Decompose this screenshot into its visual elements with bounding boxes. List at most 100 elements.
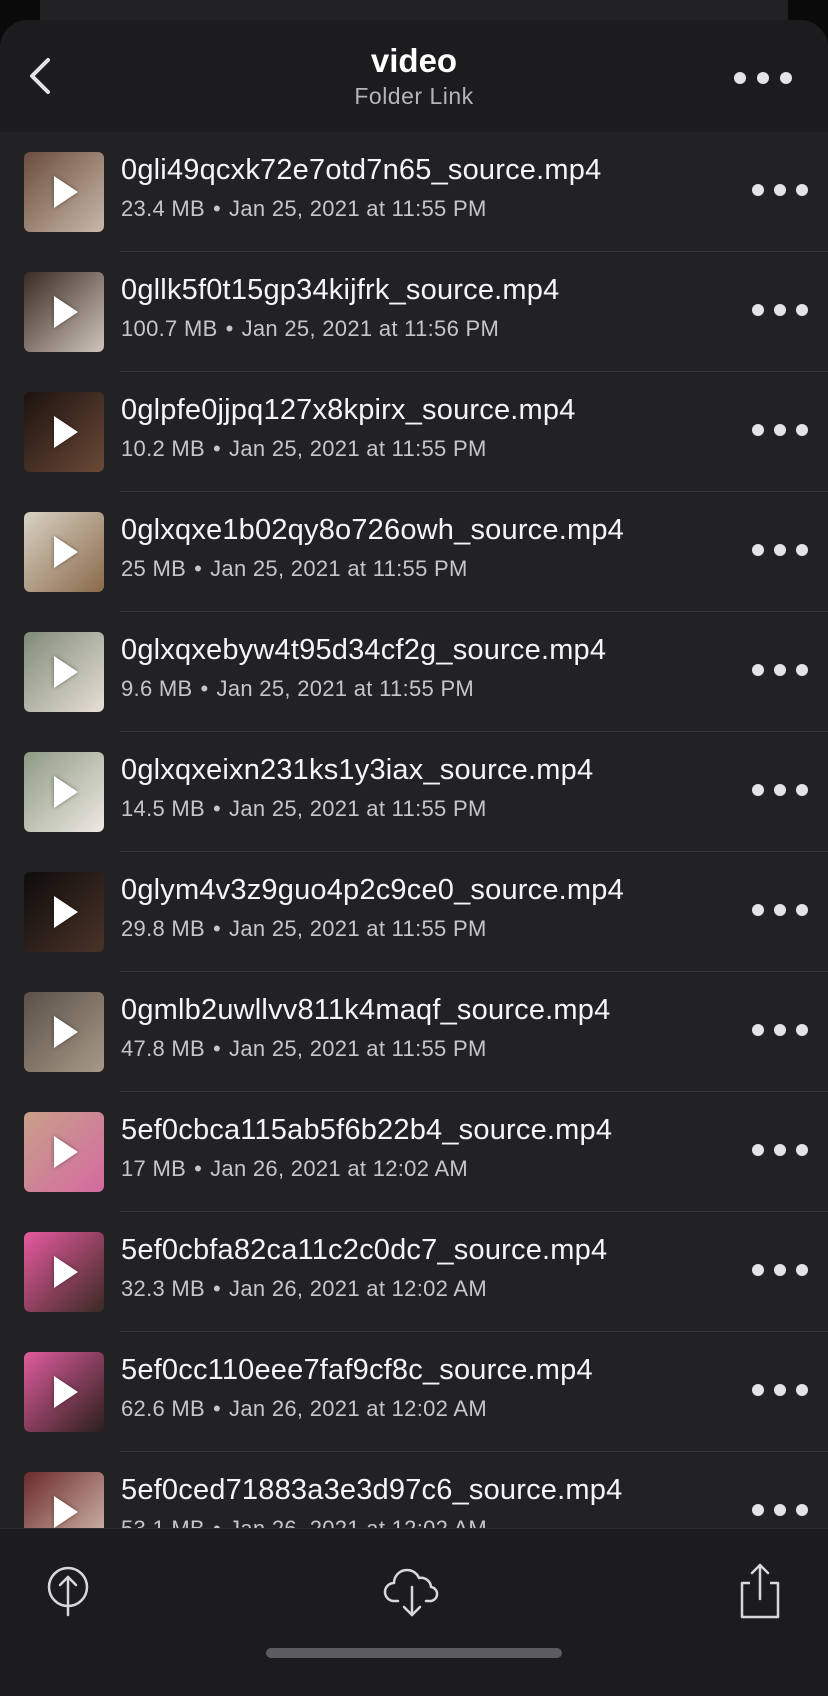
video-thumbnail[interactable]	[24, 992, 104, 1072]
more-horizontal-icon	[752, 1384, 764, 1396]
file-name: 0gllk5f0t15gp34kijfrk_source.mp4	[121, 274, 560, 306]
file-more-button[interactable]	[752, 1260, 808, 1280]
more-dot	[774, 664, 786, 676]
video-thumbnail[interactable]	[24, 1112, 104, 1192]
play-icon	[54, 1136, 78, 1168]
meta-separator: •	[213, 1036, 222, 1061]
file-row[interactable]: 0glym4v3z9guo4p2c9ce0_source.mp4 29.8 MB •…	[0, 852, 828, 972]
file-meta: 10.2 MB • Jan 25, 2021 at 11:55 PM	[121, 436, 487, 462]
video-thumbnail[interactable]	[24, 392, 104, 472]
video-thumbnail[interactable]	[24, 152, 104, 232]
file-size: 17 MB	[121, 1156, 187, 1181]
file-more-button[interactable]	[752, 180, 808, 200]
file-meta: 32.3 MB • Jan 26, 2021 at 12:02 AM	[121, 1276, 487, 1302]
file-date: Jan 26, 2021 at 12:02 AM	[210, 1156, 469, 1181]
file-more-button[interactable]	[752, 1380, 808, 1400]
more-dot	[774, 304, 786, 316]
file-row[interactable]: 5ef0cbfa82ca11c2c0dc7_source.mp4 32.3 MB •…	[0, 1212, 828, 1332]
bottom-toolbar	[0, 1528, 828, 1696]
file-list: 0gli49qcxk72e7otd7n65_source.mp4 23.4 MB •…	[0, 132, 828, 1548]
file-more-button[interactable]	[752, 660, 808, 680]
more-horizontal-icon	[752, 904, 764, 916]
file-row[interactable]: 0gmlb2uwllvv811k4maqf_source.mp4 47.8 MB •…	[0, 972, 828, 1092]
meta-separator: •	[225, 316, 234, 341]
file-meta: 47.8 MB • Jan 25, 2021 at 11:55 PM	[121, 1036, 487, 1062]
file-date: Jan 25, 2021 at 11:55 PM	[210, 556, 468, 581]
file-meta: 100.7 MB • Jan 25, 2021 at 11:56 PM	[121, 316, 499, 342]
more-horizontal-icon	[752, 304, 764, 316]
file-row[interactable]: 0glxqxebyw4t95d34cf2g_source.mp4 9.6 MB • J…	[0, 612, 828, 732]
file-date: Jan 25, 2021 at 11:55 PM	[229, 436, 487, 461]
file-name: 5ef0cbfa82ca11c2c0dc7_source.mp4	[121, 1234, 608, 1266]
video-thumbnail[interactable]	[24, 512, 104, 592]
video-thumbnail[interactable]	[24, 1352, 104, 1432]
file-row[interactable]: 5ef0cc110eee7faf9cf8c_source.mp4 62.6 MB •…	[0, 1332, 828, 1452]
more-dot	[796, 784, 808, 796]
file-date: Jan 25, 2021 at 11:55 PM	[229, 796, 487, 821]
file-name: 0glxqxe1b02qy8o726owh_source.mp4	[121, 514, 624, 546]
more-horizontal-icon	[752, 184, 764, 196]
file-size: 10.2 MB	[121, 436, 206, 461]
play-icon	[54, 776, 78, 808]
file-more-button[interactable]	[752, 900, 808, 920]
file-date: Jan 25, 2021 at 11:56 PM	[241, 316, 500, 341]
more-options-button[interactable]	[734, 68, 792, 88]
more-dot	[774, 184, 786, 196]
more-horizontal-icon	[752, 1264, 764, 1276]
file-size: 47.8 MB	[121, 1036, 206, 1061]
video-thumbnail[interactable]	[24, 632, 104, 712]
video-thumbnail[interactable]	[24, 1232, 104, 1312]
more-dot	[796, 544, 808, 556]
file-row[interactable]: 0gli49qcxk72e7otd7n65_source.mp4 23.4 MB •…	[0, 132, 828, 252]
file-size: 25 MB	[121, 556, 187, 581]
more-dot	[780, 72, 792, 84]
more-horizontal-icon	[752, 664, 764, 676]
file-more-button[interactable]	[752, 420, 808, 440]
page-subtitle: Folder Link	[354, 83, 474, 109]
meta-separator: •	[213, 1396, 222, 1421]
meta-separator: •	[213, 1276, 222, 1301]
file-more-button[interactable]	[752, 300, 808, 320]
meta-separator: •	[213, 196, 222, 221]
more-horizontal-icon	[734, 72, 746, 84]
file-date: Jan 25, 2021 at 11:55 PM	[216, 676, 475, 701]
file-more-button[interactable]	[752, 540, 808, 560]
file-meta: 23.4 MB • Jan 25, 2021 at 11:55 PM	[121, 196, 487, 222]
cloud-download-icon	[383, 1568, 439, 1617]
play-icon	[54, 1256, 78, 1288]
file-row[interactable]: 0glpfe0jjpq127x8kpirx_source.mp4 10.2 MB •…	[0, 372, 828, 492]
file-size: 32.3 MB	[121, 1276, 206, 1301]
file-date: Jan 25, 2021 at 11:55 PM	[229, 916, 487, 941]
video-thumbnail[interactable]	[24, 752, 104, 832]
file-row[interactable]: 0glxqxe1b02qy8o726owh_source.mp4 25 MB • Ja…	[0, 492, 828, 612]
play-icon	[54, 1496, 78, 1528]
file-row[interactable]: 5ef0cbca115ab5f6b22b4_source.mp4 17 MB • Ja…	[0, 1092, 828, 1212]
file-name: 0gli49qcxk72e7otd7n65_source.mp4	[121, 154, 602, 186]
file-name: 5ef0ced71883a3e3d97c6_source.mp4	[121, 1474, 623, 1506]
video-thumbnail[interactable]	[24, 272, 104, 352]
file-meta: 62.6 MB • Jan 26, 2021 at 12:02 AM	[121, 1396, 487, 1422]
file-more-button[interactable]	[752, 1140, 808, 1160]
more-dot	[774, 544, 786, 556]
more-dot	[774, 1504, 786, 1516]
file-date: Jan 26, 2021 at 12:02 AM	[229, 1396, 487, 1421]
file-more-button[interactable]	[752, 780, 808, 800]
play-icon	[54, 1376, 78, 1408]
file-more-button[interactable]	[752, 1500, 808, 1520]
more-dot	[774, 1144, 786, 1156]
more-horizontal-icon	[752, 544, 764, 556]
file-date: Jan 25, 2021 at 11:55 PM	[229, 196, 487, 221]
meta-separator: •	[194, 1156, 203, 1181]
file-row[interactable]: 0glxqxeixn231ks1y3iax_source.mp4 14.5 MB •…	[0, 732, 828, 852]
file-more-button[interactable]	[752, 1020, 808, 1040]
more-dot	[774, 784, 786, 796]
more-dot	[796, 424, 808, 436]
download-button[interactable]	[382, 1561, 442, 1621]
more-dot	[774, 1024, 786, 1036]
share-button[interactable]	[730, 1561, 790, 1621]
upload-button[interactable]	[38, 1561, 98, 1621]
file-row[interactable]: 0gllk5f0t15gp34kijfrk_source.mp4 100.7 MB…	[0, 252, 828, 372]
more-dot	[774, 1384, 786, 1396]
meta-separator: •	[213, 796, 222, 821]
video-thumbnail[interactable]	[24, 872, 104, 952]
